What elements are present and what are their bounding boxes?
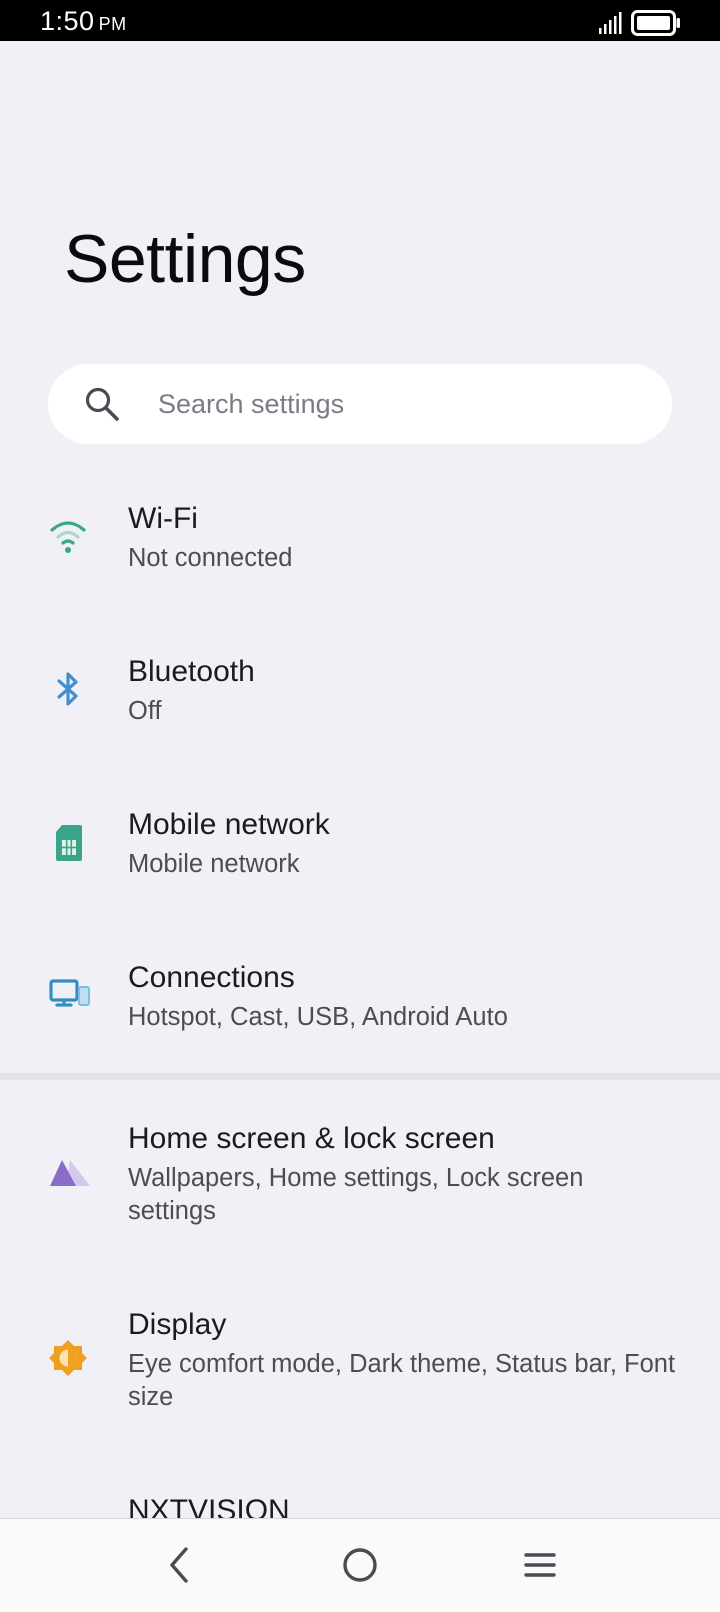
home-icon[interactable] (340, 1545, 380, 1585)
settings-item-title: NXTVISION (128, 1494, 290, 1518)
settings-item-subtitle: Wallpapers, Home settings, Lock screen s… (128, 1164, 584, 1225)
battery-icon (631, 10, 680, 36)
settings-item-display[interactable]: Display Eye comfort mode, Dark theme, St… (0, 1296, 720, 1446)
settings-item-title: Connections (128, 961, 295, 994)
status-time-ampm: PM (98, 14, 127, 34)
settings-item-subtitle: Eye comfort mode, Dark theme, Status bar… (128, 1350, 676, 1411)
menu-icon[interactable] (522, 1545, 558, 1585)
search-icon (85, 387, 119, 421)
home-screen-icon (50, 1160, 90, 1186)
navigation-bar (0, 1518, 720, 1612)
status-time-value: 1:50 (40, 6, 95, 36)
status-bar: 1:50 PM (0, 0, 720, 41)
back-icon[interactable] (162, 1545, 198, 1585)
settings-item-connections[interactable]: Connections Hotspot, Cast, USB, Android … (0, 949, 720, 1059)
wifi-icon (50, 521, 86, 553)
settings-item-subtitle: Mobile network (128, 850, 300, 878)
signal-icon (599, 12, 622, 34)
search-input[interactable] (158, 364, 638, 444)
sim-card-icon (56, 825, 82, 861)
search-bar[interactable] (48, 364, 672, 444)
settings-item-title: Bluetooth (128, 655, 255, 688)
settings-item-subtitle: Not connected (128, 544, 293, 572)
settings-item-title: Mobile network (128, 808, 330, 841)
settings-item-nxtvision[interactable]: NXTVISION (0, 1482, 720, 1518)
settings-item-wifi[interactable]: Wi-Fi Not connected (0, 490, 720, 600)
settings-item-title: Display (128, 1308, 227, 1341)
devices-icon (49, 979, 90, 1007)
brightness-icon (49, 1340, 87, 1376)
status-time: 1:50 PM (40, 6, 127, 37)
section-divider (0, 1073, 720, 1080)
bluetooth-icon (57, 672, 78, 706)
settings-item-title: Wi-Fi (128, 502, 198, 535)
settings-item-title: Home screen & lock screen (128, 1122, 495, 1155)
settings-item-mobile-network[interactable]: Mobile network Mobile network (0, 796, 720, 906)
page-title: Settings (64, 221, 306, 297)
settings-item-subtitle: Off (128, 697, 162, 725)
settings-item-subtitle: Hotspot, Cast, USB, Android Auto (128, 1003, 508, 1031)
settings-item-bluetooth[interactable]: Bluetooth Off (0, 643, 720, 753)
settings-item-home-lock-screen[interactable]: Home screen & lock screen Wallpapers, Ho… (0, 1110, 720, 1260)
